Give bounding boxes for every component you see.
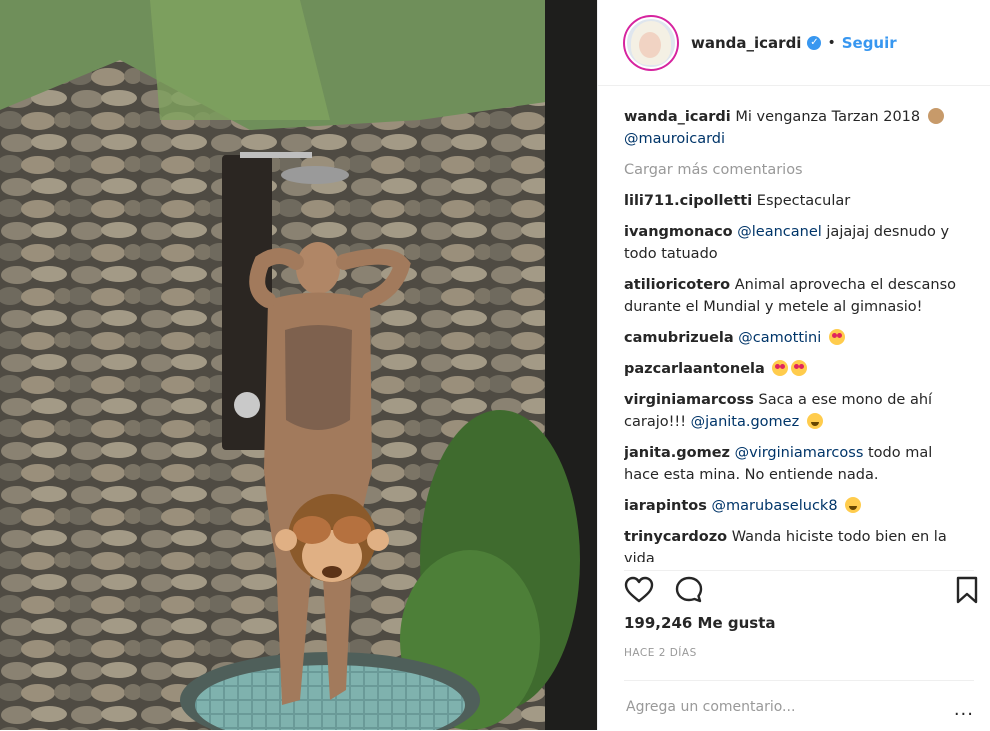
tears-of-joy-emoji-icon (845, 497, 862, 513)
add-comment-input[interactable] (624, 695, 948, 719)
comment-username[interactable]: ivangmonaco (624, 224, 733, 240)
post-timestamp[interactable]: HACE 2 DÍAS (624, 647, 697, 659)
comment-item: janita.gomez @virginiamarcoss todo mal h… (624, 442, 964, 486)
comment-item: ivangmonaco @leancanel jajajaj desnudo y… (624, 221, 964, 265)
comment-mention[interactable]: @janita.gomez (691, 414, 800, 430)
bookmark-icon[interactable] (952, 575, 982, 605)
see-no-evil-monkey-icon (927, 108, 944, 124)
comment-item: lili711.cipolletti Espectacular (624, 190, 964, 212)
comments-list: wanda_icardi Mi venganza Tarzan 2018 @ma… (624, 106, 964, 562)
avatar[interactable] (625, 16, 677, 69)
comment-username[interactable]: virginiamarcoss (624, 392, 754, 408)
verified-badge-icon: ✓ (807, 35, 822, 50)
comment-username[interactable]: trinycardozo (624, 529, 727, 545)
comment-item: iarapintos @marubaseluck8 (624, 495, 964, 517)
post-photo[interactable] (0, 0, 597, 730)
load-more-comments-link[interactable]: Cargar más comentarios (624, 159, 964, 181)
comment-mention[interactable]: @virginiamarcoss (735, 445, 864, 461)
caption-username[interactable]: wanda_icardi (624, 109, 731, 125)
comment-username[interactable]: iarapintos (624, 498, 707, 514)
separator-dot: • (827, 34, 836, 51)
caption: wanda_icardi Mi venganza Tarzan 2018 @ma… (624, 106, 964, 150)
comment-item: trinycardozo Wanda hiciste todo bien en … (624, 526, 964, 562)
likes-count[interactable]: 199,246 Me gusta (624, 614, 776, 632)
comment-mention[interactable]: @camottini (738, 330, 821, 346)
heart-eyes-emoji-icon (791, 360, 808, 376)
shower-photo-illustration (0, 0, 597, 730)
comment-username[interactable]: atilioricotero (624, 277, 730, 293)
comment-icon[interactable] (674, 575, 704, 605)
comment-item: camubrizuela @camottini (624, 327, 964, 349)
follow-button[interactable]: Seguir (842, 34, 897, 52)
comment-item: virginiamarcoss Saca a ese mono de ahí c… (624, 389, 964, 433)
comment-text: Espectacular (756, 193, 851, 209)
author-username[interactable]: wanda_icardi (691, 34, 801, 52)
action-bar (624, 570, 978, 605)
post-header: wanda_icardi ✓ • Seguir (598, 0, 990, 86)
heart-eyes-emoji-icon (828, 329, 845, 345)
comment-username[interactable]: janita.gomez (624, 445, 730, 461)
comment-item: atilioricotero Animal aprovecha el desca… (624, 274, 964, 318)
tears-of-joy-emoji-icon (806, 413, 823, 429)
add-comment-bar: ... (624, 680, 974, 731)
heart-eyes-emoji-icon (772, 360, 789, 376)
caption-mention[interactable]: @mauroicardi (624, 131, 725, 147)
comment-username[interactable]: lili711.cipolletti (624, 193, 752, 209)
heart-icon[interactable] (624, 575, 654, 605)
instagram-post: wanda_icardi ✓ • Seguir wanda_icardi Mi … (0, 0, 990, 730)
more-options-button[interactable]: ... (954, 699, 974, 720)
comment-mention[interactable]: @leancanel (737, 224, 822, 240)
comment-username[interactable]: pazcarlaantonela (624, 361, 765, 377)
comment-username[interactable]: camubrizuela (624, 330, 734, 346)
caption-text: Mi venganza Tarzan 2018 (735, 109, 921, 125)
comment-mention[interactable]: @marubaseluck8 (712, 498, 838, 514)
comment-item: pazcarlaantonela (624, 358, 964, 380)
post-sidebar: wanda_icardi ✓ • Seguir wanda_icardi Mi … (597, 0, 990, 730)
